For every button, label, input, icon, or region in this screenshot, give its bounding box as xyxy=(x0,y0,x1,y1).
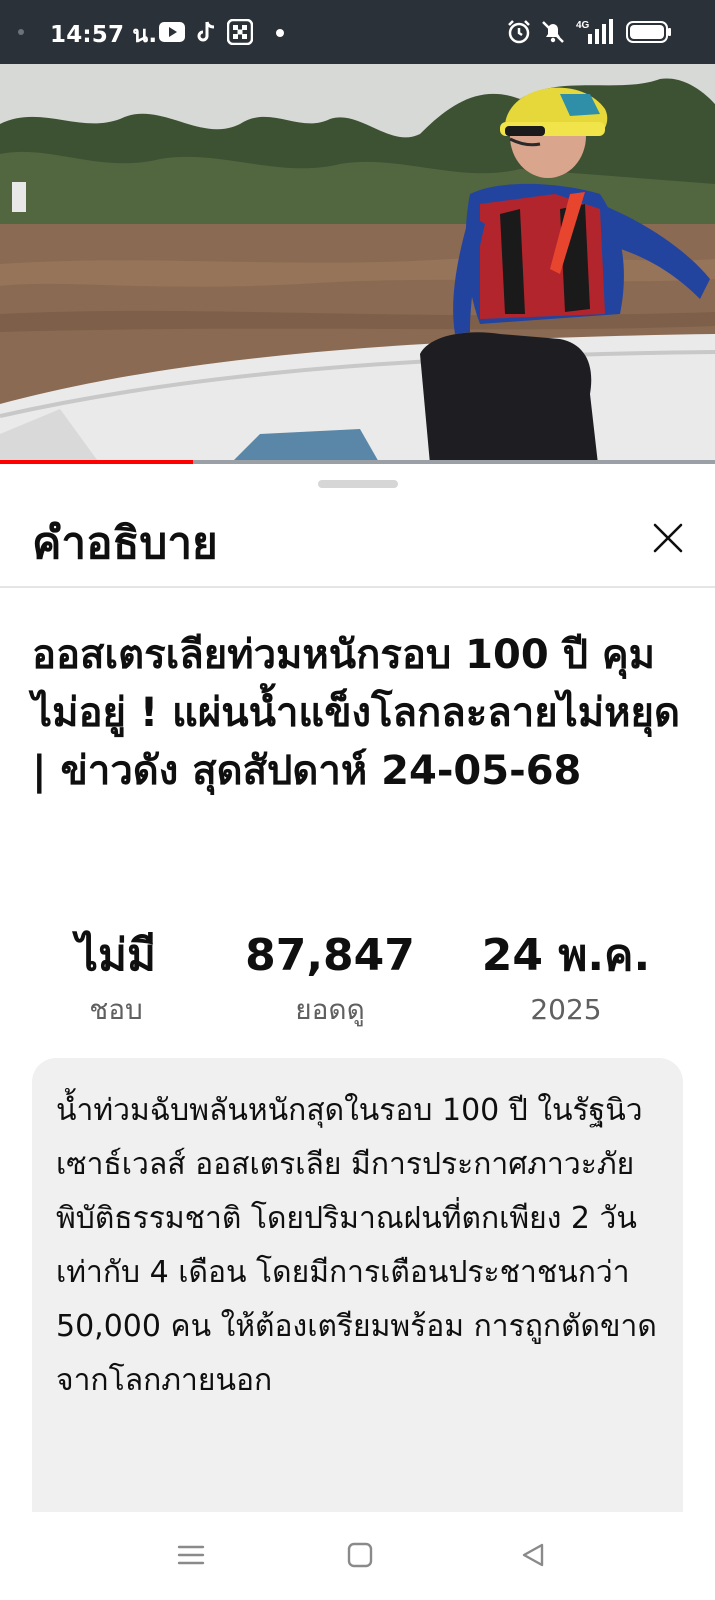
views-value: 87,847 xyxy=(245,930,415,981)
description-sheet: คำอธิบาย ออสเตรเลียท่วมหนักรอบ 100 ปี คุ… xyxy=(0,466,715,1578)
tiktok-icon xyxy=(194,18,218,46)
date-year: 2025 xyxy=(530,993,602,1026)
video-progress-bar[interactable] xyxy=(0,460,715,464)
views-label: ยอดดู xyxy=(295,993,365,1026)
views-stat: 87,847 ยอดดู xyxy=(230,926,430,1030)
signal-4g-icon: 4G xyxy=(574,18,614,46)
sheet-drag-handle[interactable] xyxy=(318,480,398,488)
video-player[interactable] xyxy=(0,64,715,464)
close-button[interactable] xyxy=(648,520,688,560)
likes-value: ไม่มี xyxy=(75,930,157,981)
close-icon xyxy=(652,522,684,558)
alarm-icon xyxy=(505,18,533,46)
video-frame-image xyxy=(0,64,715,464)
mosaic-app-icon xyxy=(226,18,254,46)
battery-icon xyxy=(625,18,673,46)
more-notifications-dot xyxy=(276,29,284,37)
video-title: ออสเตรเลียท่วมหนักรอบ 100 ปี คุมไม่อยู่ … xyxy=(32,632,680,794)
home-icon xyxy=(347,1542,373,1572)
date-value: 24 พ.ค. xyxy=(481,930,651,981)
description-text: น้ำท่วมฉับพลันหนักสุดในรอบ 100 ปี ในรัฐน… xyxy=(56,1093,657,1398)
back-icon xyxy=(520,1542,546,1572)
system-nav-bar xyxy=(0,1512,715,1600)
status-indicator-dot xyxy=(18,29,24,35)
description-box[interactable]: น้ำท่วมฉับพลันหนักสุดในรอบ 100 ปี ในรัฐน… xyxy=(32,1058,683,1578)
menu-icon xyxy=(177,1543,205,1571)
home-button[interactable] xyxy=(335,1532,385,1582)
status-time: 14:57 น. xyxy=(50,22,158,48)
recent-apps-button[interactable] xyxy=(166,1532,216,1582)
sheet-divider xyxy=(0,586,715,588)
network-label: 4G xyxy=(576,20,590,31)
youtube-icon xyxy=(158,18,186,46)
date-stat: 24 พ.ค. 2025 xyxy=(466,926,666,1030)
video-progress-fill xyxy=(0,460,194,464)
status-bar: 14:57 น. 4G xyxy=(0,0,715,64)
likes-label: ชอบ xyxy=(89,993,143,1026)
likes-stat: ไม่มี ชอบ xyxy=(56,926,176,1030)
sheet-title: คำอธิบาย xyxy=(32,518,218,569)
mute-icon xyxy=(538,18,568,46)
back-button[interactable] xyxy=(508,1532,558,1582)
